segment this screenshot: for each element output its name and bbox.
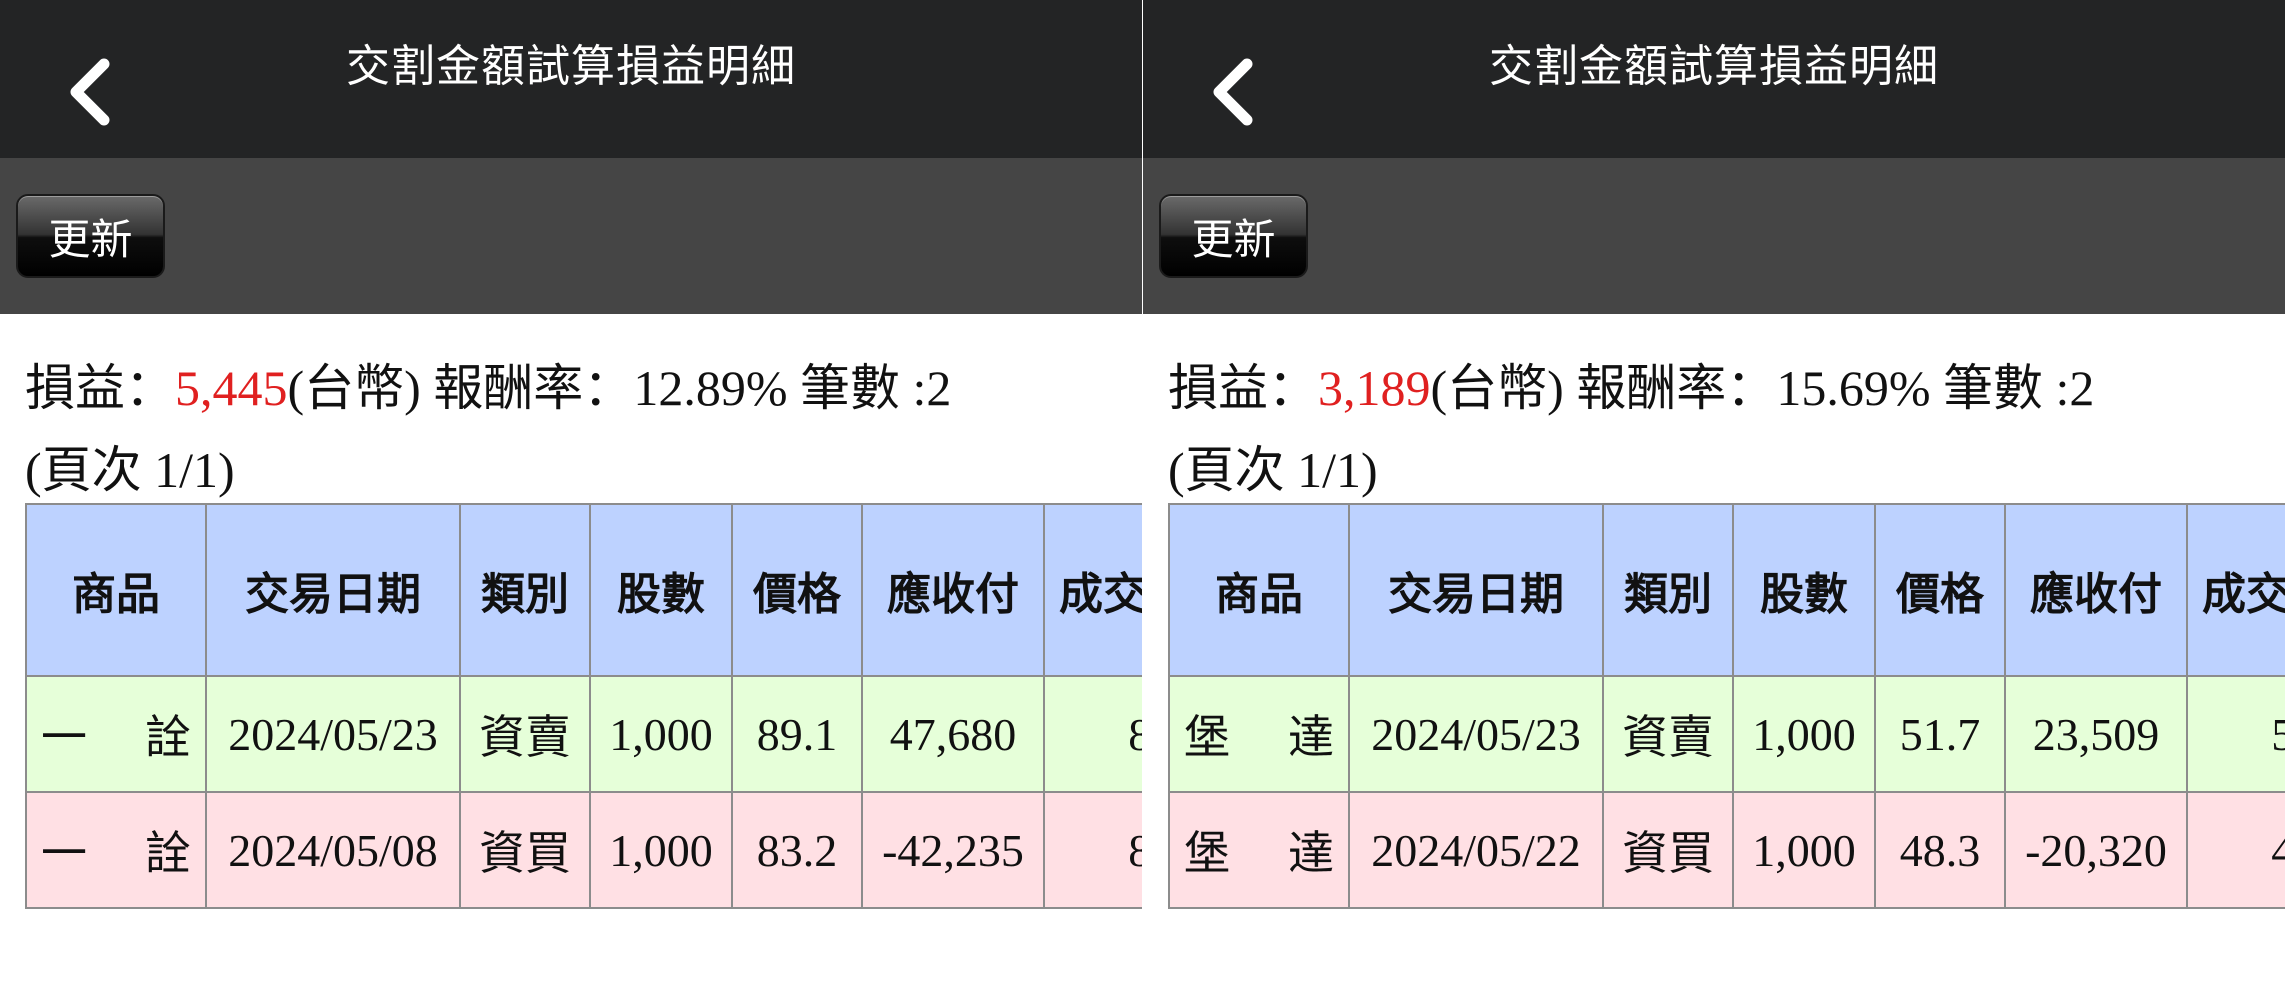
date-cell: 2024/05/08 (205, 791, 461, 909)
count-label: 筆數 : (787, 360, 927, 416)
page-info: (頁次 1/1) (25, 442, 235, 498)
left-screen: 交割金額試算損益明細 更新 損益：5,445(台幣) 報酬率：12.89% 筆數… (0, 0, 1142, 985)
table-row[interactable]: 一 詮 2024/05/23 資賣 1,000 89.1 47,680 89. (25, 675, 1142, 793)
price-cell: 51.7 (1874, 675, 2006, 793)
pnl-summary: 損益：5,445(台幣) 報酬率：12.89% 筆數 :2 (25, 348, 951, 420)
column-header: 類別 (1602, 503, 1734, 677)
price-cell: 83.2 (731, 791, 863, 909)
type-cell: 資買 (459, 791, 591, 909)
column-header: 成交 (2186, 503, 2285, 677)
type-cell: 資買 (1602, 791, 1734, 909)
shares-cell: 1,000 (589, 675, 733, 793)
type-cell: 資賣 (459, 675, 591, 793)
column-header: 股數 (589, 503, 733, 677)
count-label: 筆數 : (1930, 360, 2070, 416)
column-header: 價格 (1874, 503, 2006, 677)
trade-table: 商品 交易日期 類別 股數 價格 應收付 成交 堡 達 2024/05/23 資… (1168, 503, 2285, 909)
amount-cell: 23,509 (2004, 675, 2188, 793)
page-title: 交割金額試算損益明細 (346, 41, 796, 92)
shares-cell: 1,000 (1732, 791, 1876, 909)
screenshot-stage: 交割金額試算損益明細 更新 損益：5,445(台幣) 報酬率：12.89% 筆數… (0, 0, 2285, 985)
shares-cell: 1,000 (589, 791, 733, 909)
shares-cell: 1,000 (1732, 675, 1876, 793)
page-title: 交割金額試算損益明細 (1489, 41, 1939, 92)
column-header: 應收付 (2004, 503, 2188, 677)
right-screen: 交割金額試算損益明細 更新 損益：3,189(台幣) 報酬率：15.69% 筆數… (1143, 0, 2285, 985)
price-cell: 89.1 (731, 675, 863, 793)
product-cell: 堡 達 (1168, 791, 1350, 909)
currency-label: (台幣) (1430, 360, 1564, 416)
amount-cell: 47,680 (861, 675, 1045, 793)
table-row[interactable]: 堡 達 2024/05/22 資買 1,000 48.3 -20,320 48. (1168, 791, 2285, 909)
column-header: 股數 (1732, 503, 1876, 677)
nav-bar: 交割金額試算損益明細 (0, 0, 1142, 158)
trade-table: 商品 交易日期 類別 股數 價格 應收付 成交 一 詮 2024/05/23 資… (25, 503, 1142, 909)
column-header: 交易日期 (1348, 503, 1604, 677)
column-header: 類別 (459, 503, 591, 677)
product-cell: 一 詮 (25, 791, 207, 909)
date-cell: 2024/05/23 (205, 675, 461, 793)
count-value: 2 (926, 360, 952, 416)
page-info: (頁次 1/1) (1168, 442, 1378, 498)
column-header: 交易日期 (205, 503, 461, 677)
column-header: 成交 (1043, 503, 1142, 677)
table-header-row: 商品 交易日期 類別 股數 價格 應收付 成交 (25, 503, 1142, 677)
return-label: 報酬率： (420, 360, 634, 416)
pnl-value: 3,189 (1318, 360, 1431, 416)
date-cell: 2024/05/22 (1348, 791, 1604, 909)
deal-price-cell: 83. (1043, 791, 1142, 909)
toolbar: 更新 (0, 158, 1142, 314)
date-cell: 2024/05/23 (1348, 675, 1604, 793)
pnl-summary: 損益：3,189(台幣) 報酬率：15.69% 筆數 :2 (1168, 348, 2094, 420)
table-row[interactable]: 堡 達 2024/05/23 資賣 1,000 51.7 23,509 51. (1168, 675, 2285, 793)
return-value: 15.69% (1776, 360, 1931, 416)
type-cell: 資賣 (1602, 675, 1734, 793)
table-header-row: 商品 交易日期 類別 股數 價格 應收付 成交 (1168, 503, 2285, 677)
table-row[interactable]: 一 詮 2024/05/08 資買 1,000 83.2 -42,235 83. (25, 791, 1142, 909)
refresh-button[interactable]: 更新 (16, 194, 165, 278)
deal-price-cell: 89. (1043, 675, 1142, 793)
amount-cell: -20,320 (2004, 791, 2188, 909)
deal-price-cell: 51. (2186, 675, 2285, 793)
deal-price-cell: 48. (2186, 791, 2285, 909)
refresh-button[interactable]: 更新 (1159, 194, 1308, 278)
price-cell: 48.3 (1874, 791, 2006, 909)
pnl-value: 5,445 (175, 360, 288, 416)
count-value: 2 (2069, 360, 2095, 416)
return-value: 12.89% (633, 360, 788, 416)
column-header: 價格 (731, 503, 863, 677)
product-cell: 堡 達 (1168, 675, 1350, 793)
amount-cell: -42,235 (861, 791, 1045, 909)
currency-label: (台幣) (287, 360, 421, 416)
pnl-label: 損益： (1168, 360, 1318, 416)
nav-bar: 交割金額試算損益明細 (1143, 0, 2285, 158)
column-header: 應收付 (861, 503, 1045, 677)
column-header: 商品 (1168, 503, 1350, 677)
pnl-label: 損益： (25, 360, 175, 416)
column-header: 商品 (25, 503, 207, 677)
product-cell: 一 詮 (25, 675, 207, 793)
return-label: 報酬率： (1563, 360, 1777, 416)
toolbar: 更新 (1143, 158, 2285, 314)
